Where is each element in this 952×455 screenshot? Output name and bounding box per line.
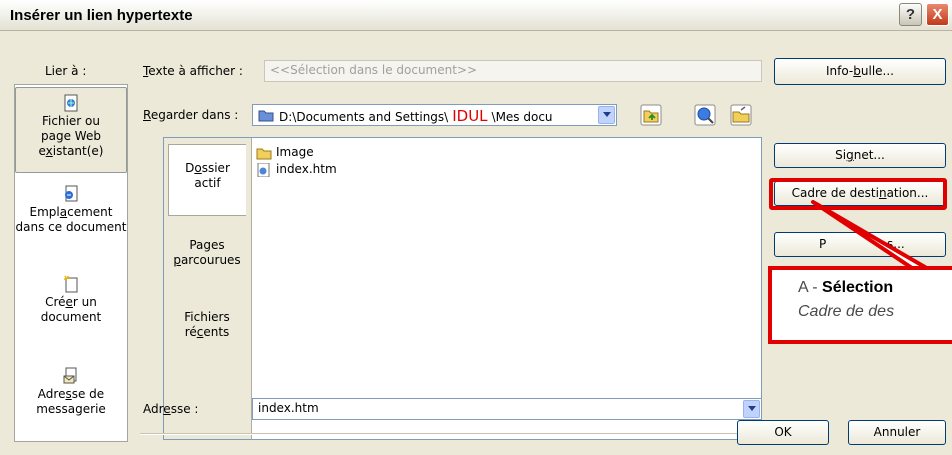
list-item[interactable]: Image — [254, 144, 754, 161]
folder-icon — [258, 110, 274, 122]
browse-web-icon[interactable] — [694, 104, 716, 126]
help-button[interactable]: ? — [899, 3, 922, 26]
document-place-icon — [65, 185, 78, 202]
look-in-dropdown-arrow[interactable] — [598, 106, 615, 124]
link-email-address[interactable]: Adresse de messagerie — [15, 367, 127, 417]
screentip-button[interactable]: Info-bulle... — [774, 58, 946, 85]
look-in-label: Regarder dans : — [143, 108, 239, 122]
link-existing-label-1: Fichier ou page Web existant(e) — [38, 114, 104, 158]
tab-recent-files[interactable]: Fichiers récents — [168, 310, 246, 340]
address-dropdown-arrow[interactable] — [743, 400, 760, 418]
file-list: Image index.htm — [254, 144, 754, 178]
cancel-button[interactable]: Annuler — [848, 420, 946, 445]
address-field[interactable]: index.htm — [252, 398, 762, 420]
link-to-bar: Fichier ou page Web existant(e) Emplacemen… — [14, 84, 128, 442]
address-label: Adresse : — [143, 402, 199, 416]
browse-tabs: Dossier actif Pages parcourues Fichiers réc… — [164, 138, 252, 439]
link-create-new-document[interactable]: Créer un document — [15, 275, 127, 325]
link-place-in-document[interactable]: Emplacement dans ce document — [15, 185, 127, 235]
new-document-icon — [64, 275, 78, 293]
text-to-display-field[interactable]: <<Sélection dans le document>> — [264, 60, 762, 82]
callout-pointer — [811, 200, 932, 270]
idul-highlight: IDUL — [452, 107, 488, 125]
text-to-display-label: Texte à afficher : — [143, 64, 243, 78]
html-file-icon — [257, 163, 270, 177]
tab-browsed-pages[interactable]: Pages parcourues — [168, 238, 246, 268]
callout-annotation: A - Sélection Cadre de des — [768, 266, 952, 344]
list-item[interactable]: index.htm — [254, 161, 754, 178]
browse-file-icon[interactable] — [730, 104, 752, 126]
look-in-dropdown[interactable]: D:\Documents and Settings\ IDUL \Mes docu — [252, 104, 617, 126]
close-button[interactable]: X — [926, 3, 949, 26]
link-to-label: Lier à : — [45, 64, 87, 78]
separator — [140, 433, 760, 435]
ok-button[interactable]: OK — [737, 420, 829, 445]
title-bar: Insérer un lien hypertexte ? X — [0, 0, 952, 31]
insert-hyperlink-dialog: Insérer un lien hypertexte ? X Lier à : … — [0, 0, 952, 455]
dialog-title: Insérer un lien hypertexte — [10, 7, 193, 24]
folder-icon — [256, 148, 272, 160]
email-address-icon — [63, 367, 77, 384]
up-folder-icon[interactable] — [640, 104, 662, 126]
file-browser: Dossier actif Pages parcourues Fichiers réc… — [163, 137, 762, 440]
bookmark-button[interactable]: Signet... — [774, 143, 946, 168]
tab-current-folder[interactable]: Dossier actif — [168, 144, 246, 216]
link-existing-file-or-web-page[interactable]: Fichier ou page Web existant(e) — [15, 87, 127, 173]
web-page-icon — [64, 94, 78, 112]
